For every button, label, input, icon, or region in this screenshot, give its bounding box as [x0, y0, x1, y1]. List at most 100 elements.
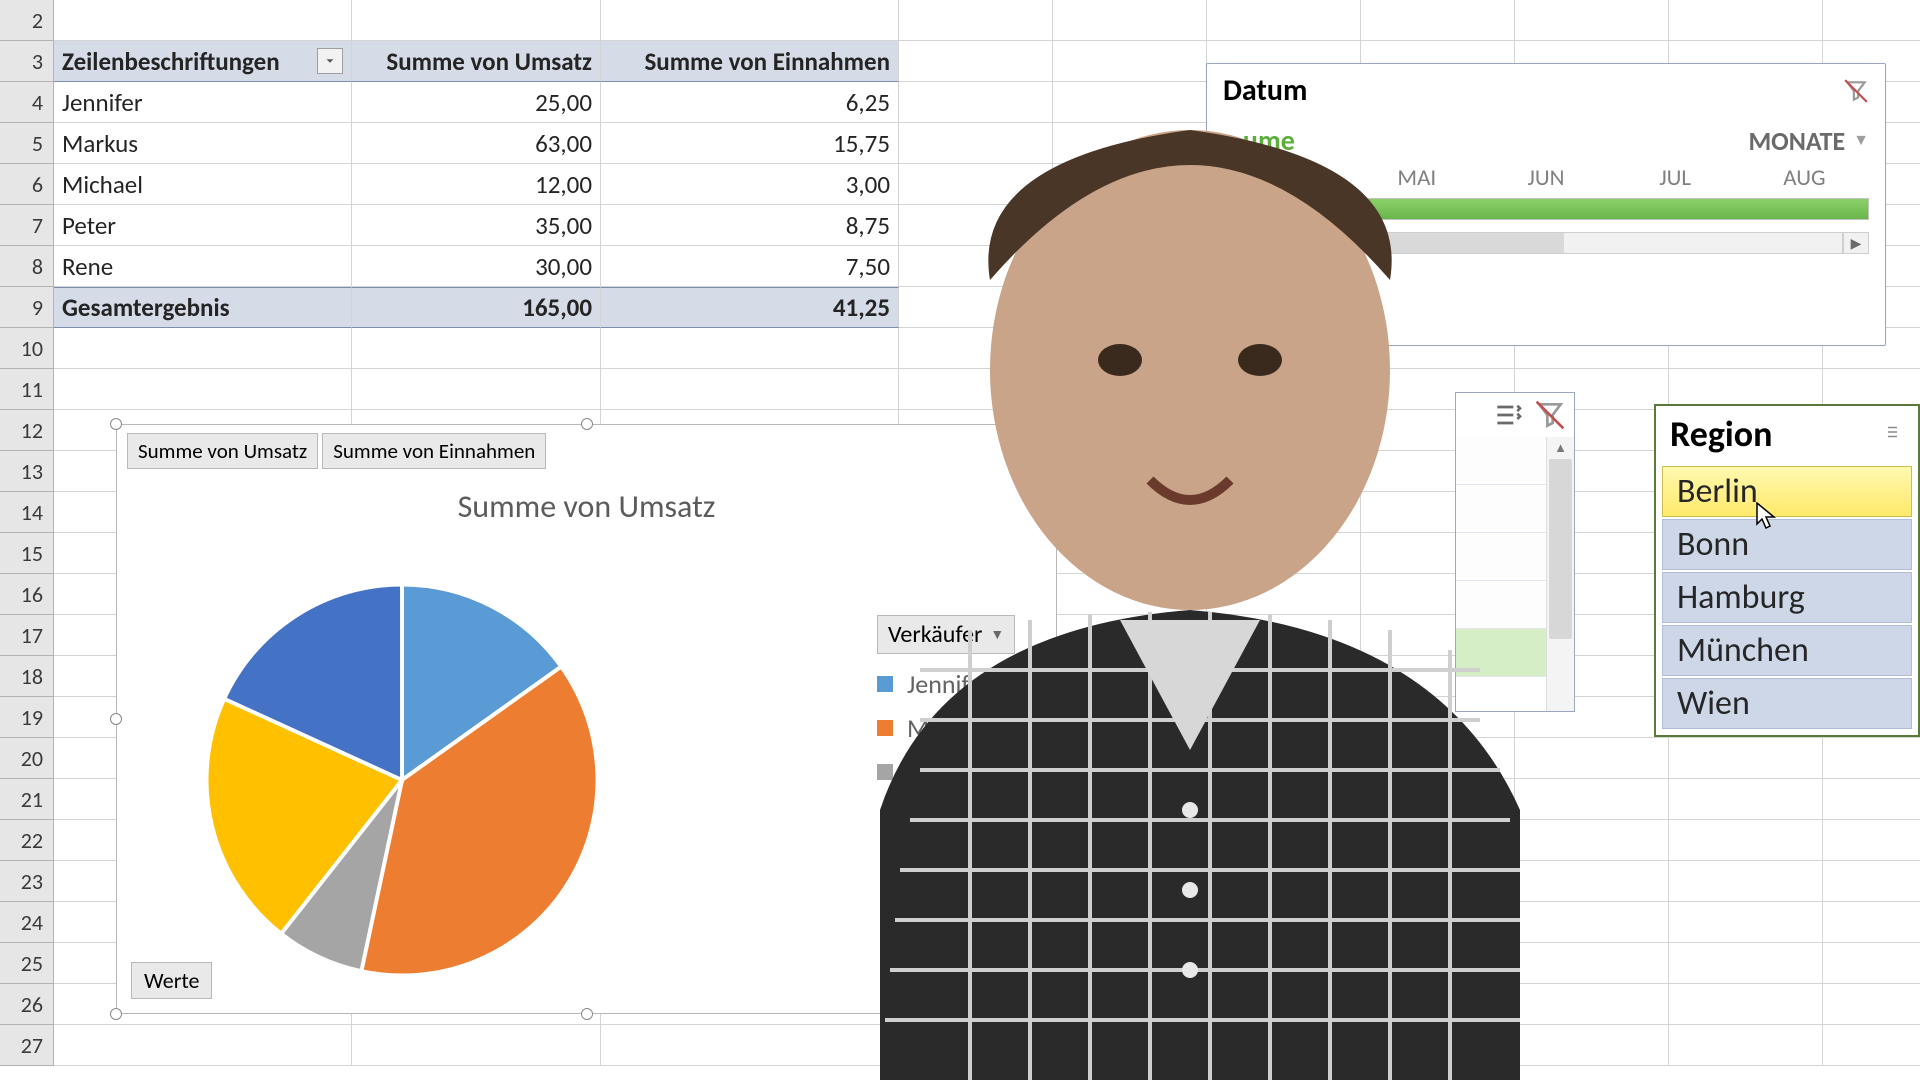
cell[interactable]	[1053, 451, 1207, 492]
multiselect-icon[interactable]	[1884, 423, 1904, 446]
timeline-slicer-datum[interactable]: Datum …ume MONATE ▼ APRMAIJUNJULAUG ▶	[1206, 63, 1886, 346]
resize-handle[interactable]	[1051, 418, 1063, 430]
cell[interactable]	[1669, 738, 1823, 779]
legend-filter-dropdown[interactable]: Verkäufer ▼	[877, 615, 1015, 654]
resize-handle[interactable]	[581, 1008, 593, 1020]
cell[interactable]	[1053, 697, 1207, 738]
cell[interactable]	[1207, 820, 1361, 861]
cell[interactable]	[899, 369, 1053, 410]
row-header[interactable]: 21	[0, 779, 54, 820]
timeline-clear-filter-icon[interactable]	[1843, 78, 1869, 104]
pivot-row-name[interactable]: Markus	[54, 123, 352, 164]
cell[interactable]	[1053, 41, 1207, 82]
cell[interactable]	[899, 0, 1053, 41]
cell[interactable]	[1669, 943, 1823, 984]
cell[interactable]	[1053, 410, 1207, 451]
cell[interactable]	[899, 246, 1053, 287]
cell[interactable]	[1053, 820, 1207, 861]
cell[interactable]	[1207, 410, 1361, 451]
cell[interactable]	[1361, 1025, 1515, 1066]
row-header[interactable]: 23	[0, 861, 54, 902]
slicer-item[interactable]	[1456, 437, 1546, 485]
row-header[interactable]: 9	[0, 287, 54, 328]
pivot-row-einnahmen[interactable]: 8,75	[601, 205, 899, 246]
slicer-item[interactable]	[1456, 533, 1546, 581]
cell[interactable]	[1207, 943, 1361, 984]
row-header[interactable]: 24	[0, 902, 54, 943]
cell[interactable]	[1053, 1025, 1207, 1066]
row-header[interactable]: 14	[0, 492, 54, 533]
cell[interactable]	[1207, 451, 1361, 492]
cell[interactable]	[352, 328, 601, 369]
cell[interactable]	[1207, 902, 1361, 943]
slicer-item[interactable]	[1456, 581, 1546, 629]
row-header[interactable]: 8	[0, 246, 54, 287]
scroll-thumb[interactable]	[1549, 459, 1572, 639]
pivot-header-einnahmen[interactable]: Summe von Einnahmen	[601, 41, 899, 82]
cell[interactable]	[1361, 984, 1515, 1025]
pivot-row-umsatz[interactable]: 35,00	[352, 205, 601, 246]
cell[interactable]	[54, 369, 352, 410]
cell[interactable]	[1053, 943, 1207, 984]
timeline-granularity-dropdown[interactable]: MONATE ▼	[1748, 125, 1869, 157]
pivot-chart[interactable]: Summe von UmsatzSumme von Einnahmen Summ…	[116, 424, 1057, 1014]
timeline-scrollbar[interactable]: ▶	[1223, 230, 1869, 256]
cell[interactable]	[1207, 1025, 1361, 1066]
cell[interactable]	[1823, 779, 1920, 820]
row-header[interactable]: 6	[0, 164, 54, 205]
cell[interactable]	[601, 0, 899, 41]
cell[interactable]	[1669, 861, 1823, 902]
cell[interactable]	[1207, 984, 1361, 1025]
cell[interactable]	[1207, 369, 1361, 410]
cell[interactable]	[1053, 246, 1207, 287]
cell[interactable]	[1515, 943, 1669, 984]
pivot-total-umsatz[interactable]: 165,00	[352, 287, 601, 328]
cell[interactable]	[1207, 492, 1361, 533]
pivot-row-einnahmen[interactable]: 15,75	[601, 123, 899, 164]
cell[interactable]	[899, 82, 1053, 123]
row-header[interactable]: 13	[0, 451, 54, 492]
cell[interactable]	[601, 369, 899, 410]
cell[interactable]	[1207, 574, 1361, 615]
cell[interactable]	[1053, 533, 1207, 574]
row-header[interactable]: 16	[0, 574, 54, 615]
row-header[interactable]: 26	[0, 984, 54, 1025]
cell[interactable]	[1207, 779, 1361, 820]
pivot-row-name[interactable]: Rene	[54, 246, 352, 287]
cell[interactable]	[1053, 656, 1207, 697]
cell[interactable]	[1207, 615, 1361, 656]
row-header[interactable]: 19	[0, 697, 54, 738]
slicer-item[interactable]	[1456, 485, 1546, 533]
clear-filter-icon[interactable]	[1534, 401, 1566, 429]
cell[interactable]	[1053, 615, 1207, 656]
cell[interactable]	[1669, 0, 1823, 41]
region-slicer-item[interactable]: München	[1662, 625, 1912, 676]
row-header[interactable]: 20	[0, 738, 54, 779]
pivot-header-umsatz[interactable]: Summe von Umsatz	[352, 41, 601, 82]
chart-values-field-button[interactable]: Werte	[131, 962, 212, 999]
row-header[interactable]: 17	[0, 615, 54, 656]
cell[interactable]	[1823, 861, 1920, 902]
row-header[interactable]: 4	[0, 82, 54, 123]
pivot-header-rowlabels[interactable]: Zeilenbeschriftungen	[54, 41, 352, 82]
region-slicer-item[interactable]: Wien	[1662, 678, 1912, 729]
pivot-filter-dropdown-icon[interactable]	[317, 48, 343, 74]
timeline-scroll-right-icon[interactable]: ▶	[1843, 232, 1869, 254]
timeline-selection[interactable]	[1224, 199, 1868, 219]
row-header[interactable]: 27	[0, 1025, 54, 1066]
cell[interactable]	[1053, 82, 1207, 123]
cell[interactable]	[1669, 1025, 1823, 1066]
cell[interactable]	[601, 1025, 899, 1066]
resize-handle[interactable]	[581, 418, 593, 430]
cell[interactable]	[1669, 984, 1823, 1025]
row-header[interactable]: 22	[0, 820, 54, 861]
slicer-item[interactable]	[1456, 629, 1546, 677]
cell[interactable]	[352, 1025, 601, 1066]
pivot-row-einnahmen[interactable]: 3,00	[601, 164, 899, 205]
cell[interactable]	[1207, 697, 1361, 738]
cell[interactable]	[54, 328, 352, 369]
cell[interactable]	[352, 369, 601, 410]
cell[interactable]	[1207, 738, 1361, 779]
pivot-row-einnahmen[interactable]: 6,25	[601, 82, 899, 123]
cell[interactable]	[1515, 0, 1669, 41]
